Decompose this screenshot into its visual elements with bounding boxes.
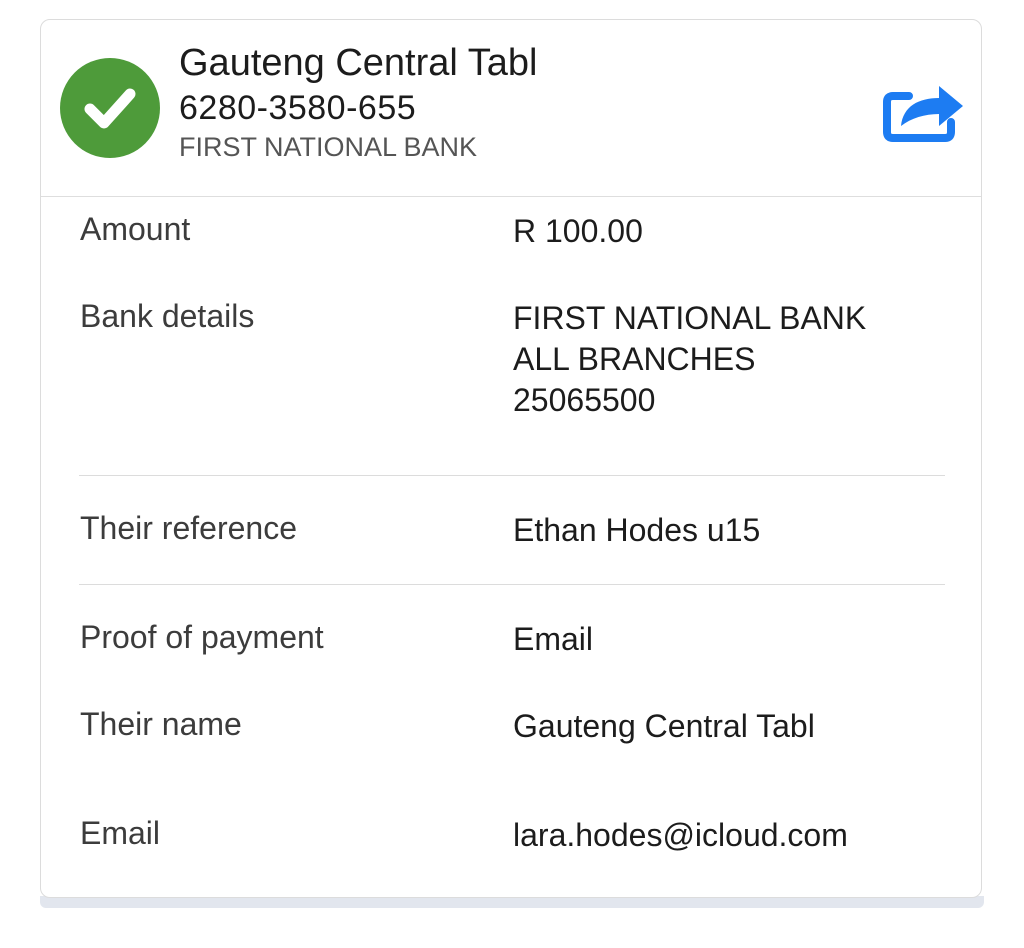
amount-label: Amount — [80, 211, 191, 247]
share-button[interactable] — [883, 76, 967, 142]
divider — [79, 584, 945, 585]
bank-details-line3: 25065500 — [513, 382, 656, 418]
proof-of-payment-label: Proof of payment — [80, 619, 324, 655]
recipient-name: Gauteng Central Tabl — [179, 42, 538, 84]
share-icon — [883, 86, 963, 142]
proof-of-payment-value: Email — [513, 621, 594, 657]
recipient-header: Gauteng Central Tabl 6280-3580-655 FIRST… — [41, 20, 981, 197]
their-reference-label: Their reference — [80, 510, 297, 546]
bank-details-line1: FIRST NATIONAL BANK — [513, 300, 867, 336]
divider — [79, 475, 945, 476]
payment-details-card: Gauteng Central Tabl 6280-3580-655 FIRST… — [40, 19, 982, 898]
bank-name: FIRST NATIONAL BANK — [179, 132, 478, 162]
account-number: 6280-3580-655 — [179, 89, 417, 127]
check-circle-icon — [60, 58, 160, 158]
their-name-value: Gauteng Central Tabl — [513, 708, 815, 744]
their-reference-value: Ethan Hodes u15 — [513, 512, 761, 548]
email-label: Email — [80, 815, 161, 851]
bank-details-line2: ALL BRANCHES — [513, 341, 756, 377]
amount-value: R 100.00 — [513, 213, 643, 249]
payment-confirmation-page: Gauteng Central Tabl 6280-3580-655 FIRST… — [0, 0, 1024, 948]
bank-details-label: Bank details — [80, 298, 255, 334]
email-value[interactable]: lara.hodes@icloud.com — [513, 815, 848, 856]
their-name-label: Their name — [80, 706, 242, 742]
